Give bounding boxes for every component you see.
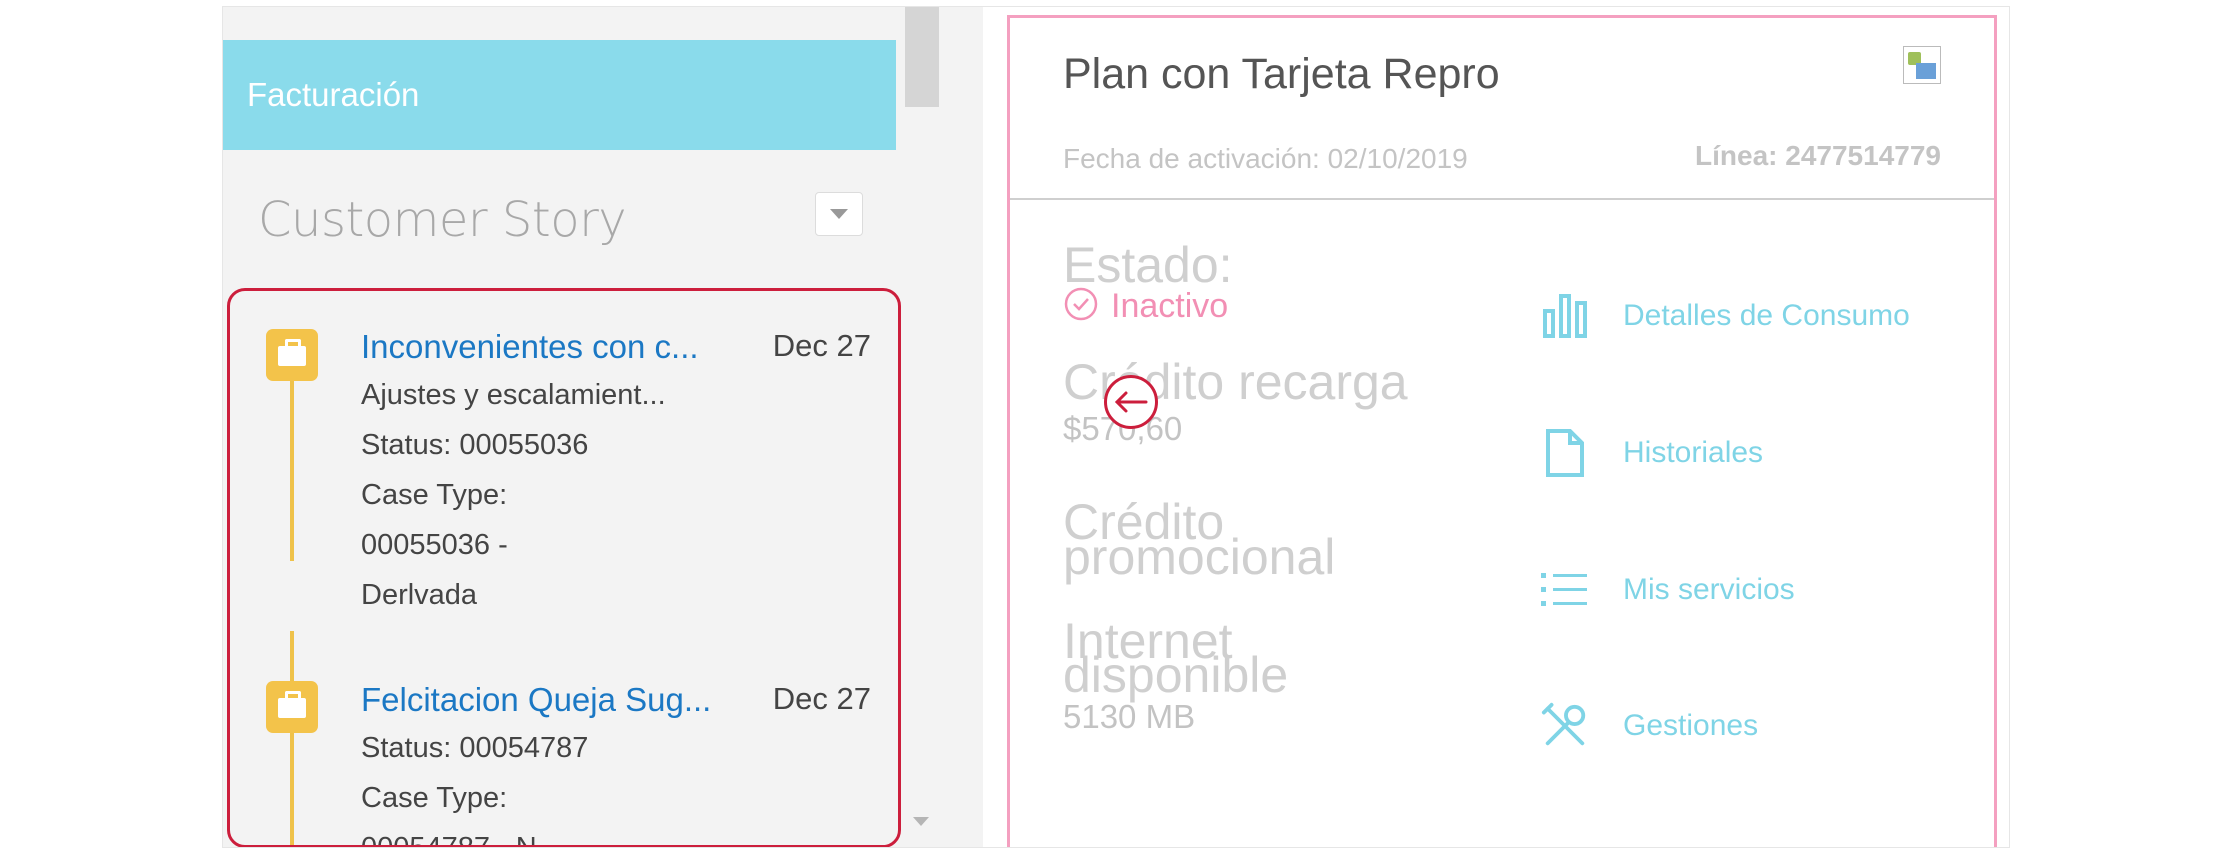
- case-type-detail: Derlvada: [361, 579, 478, 611]
- case-status: Status: 00055036: [361, 429, 589, 461]
- timeline-item: Inconvenientes con c... Dec 27 Ajustes y…: [361, 328, 871, 620]
- customer-story-title: Customer Story: [258, 192, 627, 248]
- credito-promocional-label-2: promocional: [1063, 529, 1336, 585]
- billing-header[interactable]: Facturación: [223, 40, 896, 150]
- case-type-value: 00054787 - N...: [361, 832, 561, 848]
- case-subject: Ajustes y escalamient...: [361, 379, 666, 411]
- internet-value: 5130 MB: [1063, 698, 1196, 735]
- check-circle-icon: [1063, 286, 1099, 327]
- case-title-link[interactable]: Inconvenientes con c...: [361, 328, 731, 366]
- list-icon: [1540, 565, 1590, 615]
- app-frame: Facturación Customer Story Inconveniente…: [222, 6, 2010, 848]
- timeline-connector: [290, 631, 294, 845]
- timeline-item: Felcitacion Queja Sug... Dec 27 Status: …: [361, 681, 871, 848]
- plan-title: Plan con Tarjeta Repro: [1063, 50, 1500, 98]
- bar-chart-icon: [1540, 291, 1590, 341]
- case-timeline-highlight: Inconvenientes con c... Dec 27 Ajustes y…: [227, 288, 901, 848]
- left-panel-scrollbar[interactable]: [903, 7, 943, 847]
- case-title-link[interactable]: Felcitacion Queja Sug...: [361, 681, 731, 719]
- case-type-label: Case Type:: [361, 782, 508, 814]
- briefcase-icon: [266, 329, 318, 381]
- action-label: Gestiones: [1623, 709, 1759, 742]
- case-date: Dec 27: [772, 681, 871, 716]
- story-menu-dropdown[interactable]: [815, 192, 863, 236]
- case-type-value: 00055036 -: [361, 529, 508, 561]
- panel-gutter: [943, 7, 983, 847]
- action-label: Detalles de Consumo: [1623, 299, 1910, 332]
- case-status: Status: 00054787: [361, 732, 589, 764]
- detalles-consumo-link[interactable]: Detalles de Consumo: [1540, 291, 1910, 341]
- case-type-label: Case Type:: [361, 479, 508, 511]
- scroll-down-arrow-icon[interactable]: [913, 817, 929, 826]
- mis-servicios-link[interactable]: Mis servicios: [1540, 565, 1795, 615]
- back-arrow-icon[interactable]: [1104, 375, 1158, 429]
- broken-image-icon: [1903, 46, 1941, 84]
- timeline-connector: [290, 361, 294, 561]
- action-label: Historiales: [1623, 436, 1764, 469]
- customer-story-panel: Facturación Customer Story Inconveniente…: [223, 7, 903, 848]
- tools-icon: [1540, 701, 1590, 751]
- card-divider: [1010, 198, 1994, 200]
- document-icon: [1540, 428, 1590, 478]
- scrollbar-thumb[interactable]: [905, 7, 939, 107]
- internet-label-2: disponible: [1063, 647, 1289, 703]
- status-indicator: Inactivo: [1063, 286, 1228, 327]
- historiales-link[interactable]: Historiales: [1540, 428, 1763, 478]
- briefcase-icon: [266, 681, 318, 733]
- activation-date: Fecha de activación: 02/10/2019: [1063, 143, 1468, 174]
- plan-card: Plan con Tarjeta Repro Fecha de activaci…: [1007, 15, 1997, 847]
- estado-label: Estado:: [1063, 237, 1233, 293]
- status-value: Inactivo: [1111, 287, 1229, 325]
- billing-header-label: Facturación: [247, 76, 420, 113]
- case-date: Dec 27: [772, 328, 871, 363]
- gestiones-link[interactable]: Gestiones: [1540, 701, 1758, 751]
- chevron-down-icon: [830, 209, 848, 219]
- line-number: Línea: 2477514779: [1695, 140, 1941, 171]
- action-label: Mis servicios: [1623, 573, 1795, 606]
